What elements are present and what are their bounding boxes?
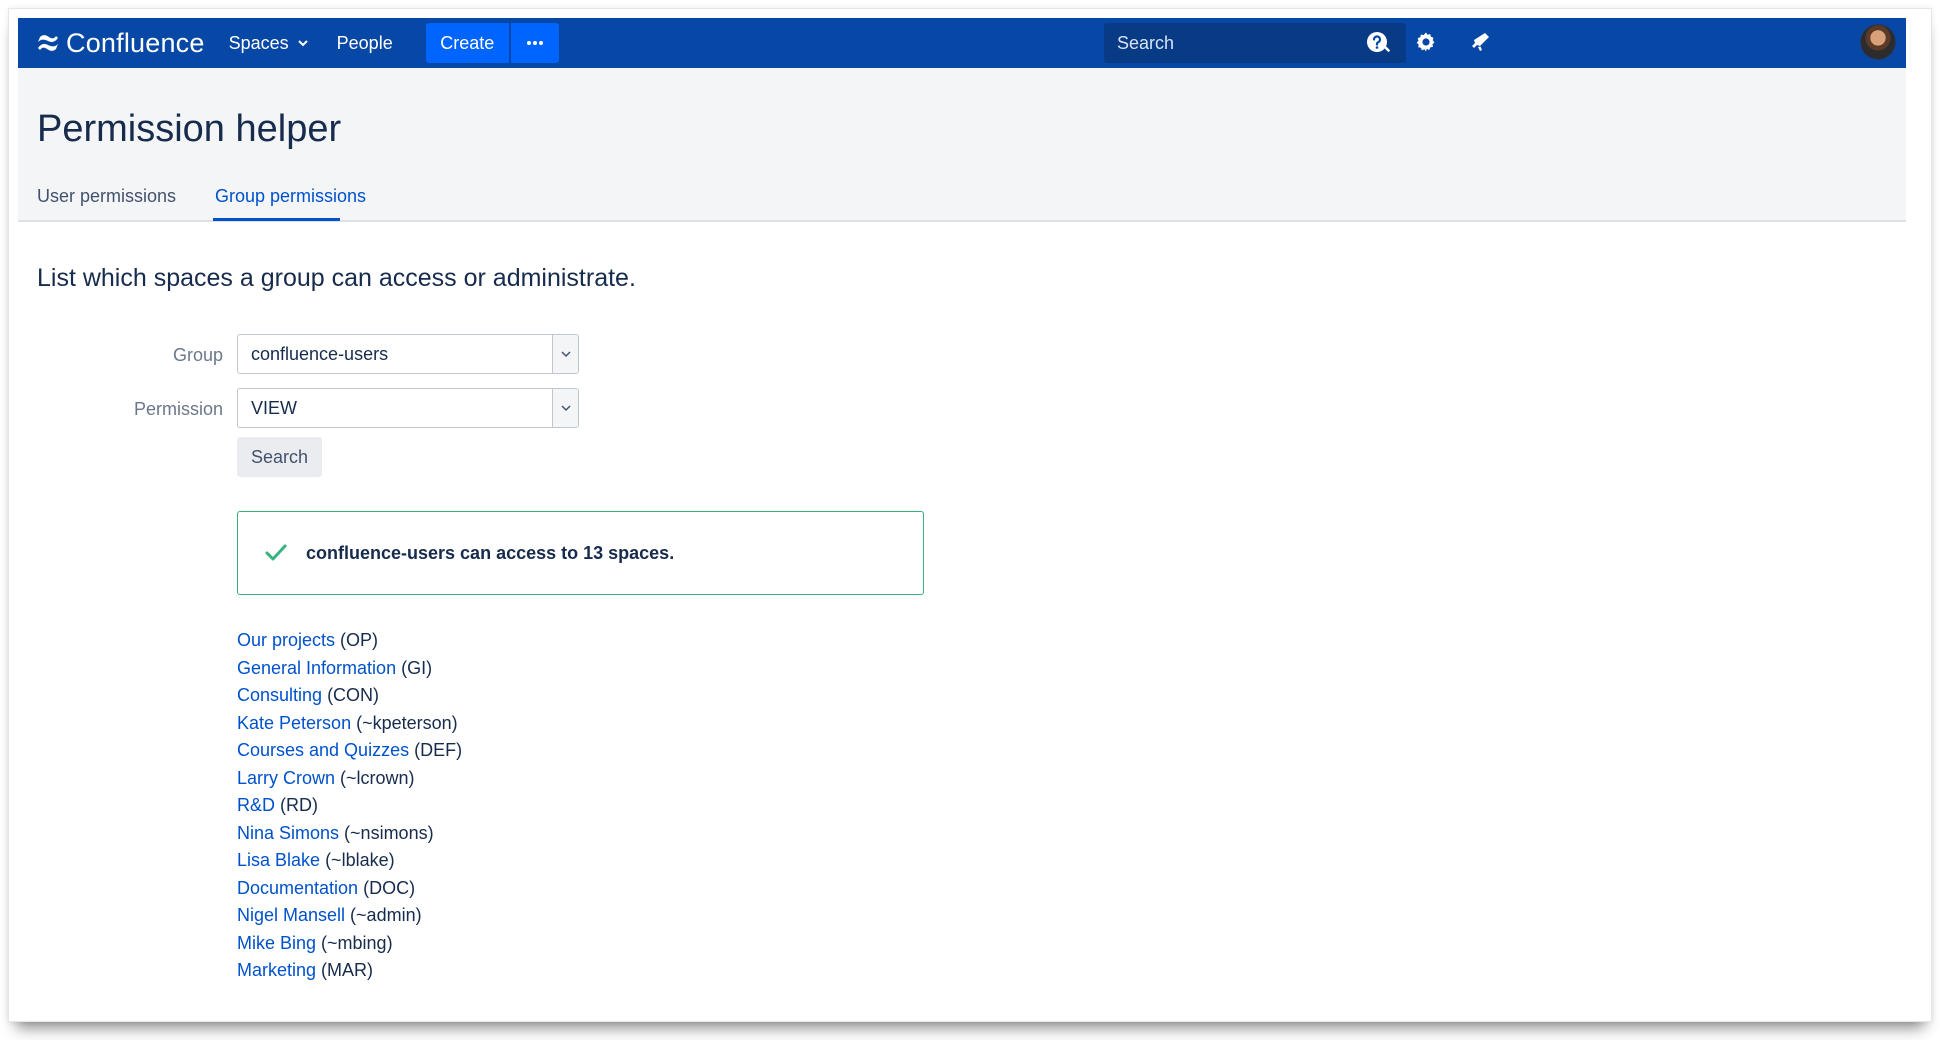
page-description: List which spaces a group can access or …: [37, 264, 636, 292]
megaphone-icon[interactable]: [1468, 30, 1492, 54]
spaces-menu-label: Spaces: [228, 32, 289, 53]
space-key: (~kpeterson): [351, 712, 458, 733]
space-link[interactable]: Consulting: [237, 685, 322, 705]
list-item: Documentation (DOC): [237, 875, 462, 903]
group-select-arrow[interactable]: [552, 335, 578, 373]
space-link[interactable]: Our projects: [237, 630, 335, 650]
space-link[interactable]: General Information: [237, 658, 396, 678]
spaces-menu[interactable]: Spaces: [229, 33, 309, 54]
space-link[interactable]: Mike Bing: [237, 933, 316, 953]
check-icon: [265, 544, 287, 561]
group-label: Group: [172, 345, 223, 365]
space-link[interactable]: Documentation: [237, 878, 358, 898]
user-avatar[interactable]: [1860, 24, 1896, 60]
space-link[interactable]: Larry Crown: [237, 768, 335, 788]
chevron-down-icon: [560, 351, 571, 358]
brand-name: Confluence: [66, 27, 205, 58]
page-title: Permission helper: [37, 108, 342, 150]
chevron-down-icon: [297, 40, 308, 47]
tab-group-permissions[interactable]: Group permissions: [215, 186, 366, 207]
list-item: Larry Crown (~lcrown): [237, 765, 462, 793]
space-link[interactable]: Marketing: [237, 960, 316, 980]
confluence-logo[interactable]: Confluence: [36, 18, 205, 68]
top-navigation-bar: Confluence Spaces People Create: [18, 18, 1906, 68]
gear-icon[interactable]: [1414, 30, 1438, 54]
page-header: Permission helper User permissions Group…: [18, 68, 1906, 222]
confluence-logo-icon: [38, 35, 58, 51]
space-link[interactable]: Courses and Quizzes: [237, 740, 409, 760]
space-key: (GI): [396, 657, 433, 678]
search-button[interactable]: Search: [237, 437, 322, 477]
space-key: (~lblake): [320, 850, 395, 870]
permission-select-arrow[interactable]: [552, 389, 578, 427]
space-key: (~admin): [345, 905, 422, 925]
global-search-input[interactable]: [1104, 32, 1354, 54]
space-key: (RD): [275, 795, 319, 815]
space-link[interactable]: R&D: [237, 795, 275, 815]
chevron-down-icon: [560, 405, 571, 412]
space-list: Our projects (OP) General Information (GI…: [237, 627, 462, 985]
tab-user-permissions[interactable]: User permissions: [37, 186, 176, 207]
list-item: Kate Peterson (~kpeterson): [237, 710, 462, 738]
space-key: (~lcrown): [335, 767, 415, 788]
ellipsis-icon: [526, 41, 543, 45]
more-create-options-button[interactable]: [510, 23, 559, 63]
list-item: Marketing (MAR): [237, 957, 462, 985]
group-select-value: confluence-users: [251, 343, 389, 364]
list-item: Nigel Mansell (~admin): [237, 902, 462, 930]
global-search: [1104, 23, 1406, 63]
success-message: confluence-users can access to 13 spaces…: [237, 511, 924, 595]
people-link-label: People: [336, 32, 393, 53]
space-link[interactable]: Kate Peterson: [237, 713, 351, 733]
space-key: (~mbing): [316, 932, 393, 953]
list-item: Lisa Blake (~lblake): [237, 847, 462, 875]
list-item: Mike Bing (~mbing): [237, 930, 462, 958]
permission-label: Permission: [133, 399, 223, 419]
space-key: (CON): [322, 685, 380, 705]
space-link[interactable]: Lisa Blake: [237, 850, 320, 870]
space-link[interactable]: Nigel Mansell: [237, 905, 345, 925]
space-key: (~nsimons): [339, 822, 434, 843]
space-key: (OP): [335, 630, 379, 650]
list-item: R&D (RD): [237, 792, 462, 820]
list-item: Courses and Quizzes (DEF): [237, 737, 462, 765]
group-select[interactable]: confluence-users: [237, 334, 579, 374]
list-item: Our projects (OP): [237, 627, 462, 655]
create-button-group: Create: [425, 23, 559, 63]
space-key: (DOC): [358, 877, 416, 898]
create-button[interactable]: Create: [425, 23, 509, 63]
success-message-text: confluence-users can access to 13 spaces…: [306, 543, 675, 563]
people-link[interactable]: People: [337, 33, 393, 54]
help-icon[interactable]: [1365, 30, 1389, 54]
list-item: Nina Simons (~nsimons): [237, 820, 462, 848]
list-item: Consulting (CON): [237, 682, 462, 710]
active-tab-indicator: [213, 218, 340, 221]
space-key: (MAR): [316, 960, 374, 980]
space-key: (DEF): [409, 740, 463, 760]
permission-select-value: VIEW: [251, 397, 298, 418]
list-item: General Information (GI): [237, 655, 462, 683]
permission-select[interactable]: VIEW: [237, 388, 579, 428]
space-link[interactable]: Nina Simons: [237, 823, 339, 843]
